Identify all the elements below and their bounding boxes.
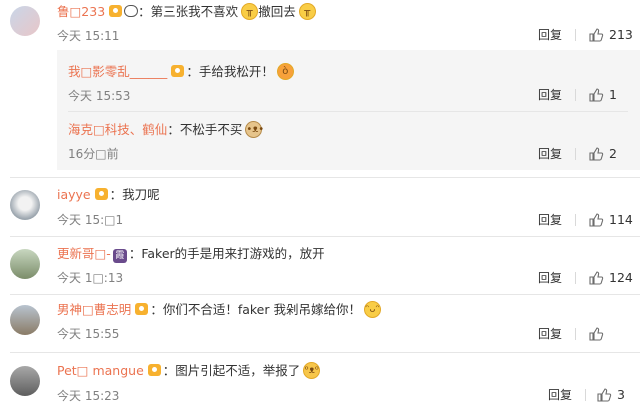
member-badge-icon xyxy=(109,5,123,17)
action-divider xyxy=(575,272,576,284)
crying-face-icon: ╥ xyxy=(298,3,316,20)
comment-time: 今天 15:53 xyxy=(68,89,131,103)
action-divider xyxy=(575,148,576,160)
like-count: 114 xyxy=(609,212,633,227)
action-divider xyxy=(575,328,576,340)
thumbs-up-icon[interactable] xyxy=(588,270,604,286)
thumbs-up-icon[interactable] xyxy=(588,27,604,43)
member-badge-icon xyxy=(171,65,185,77)
avatar[interactable] xyxy=(10,366,40,396)
comment-text: ：第三张我不喜欢 xyxy=(138,4,239,19)
like-count: 3 xyxy=(617,387,625,402)
comment-text: ：我刀呢 xyxy=(109,187,160,202)
comment-text: ：手给我松开！ xyxy=(186,64,274,79)
reply-button[interactable]: 回复 xyxy=(548,386,572,404)
divider xyxy=(10,294,640,295)
comment-text: ：Faker的手是用来打游戏的，放开 xyxy=(128,246,325,261)
comment-time: 今天 15:55 xyxy=(57,327,120,341)
panda-badge-icon xyxy=(124,5,139,17)
action-divider xyxy=(585,389,586,401)
crying-face-icon: ╥ xyxy=(241,3,259,20)
comment-time: 今天 15:□1 xyxy=(57,213,124,227)
comment-time: 16分□前 xyxy=(68,147,119,161)
like-count: 2 xyxy=(609,146,617,161)
laughing-tears-icon: ᵔᴗᵔ xyxy=(363,301,381,318)
action-divider xyxy=(575,29,576,41)
username-link[interactable]: 我□影零乱______ xyxy=(68,64,167,79)
like-count: 213 xyxy=(609,27,633,42)
thumbs-up-icon[interactable] xyxy=(588,212,604,228)
reply-button[interactable]: 回复 xyxy=(538,325,562,343)
member-badge-icon xyxy=(147,364,161,376)
comment-text: ：图片引起不适，举报了 xyxy=(162,363,301,378)
username-link[interactable]: 海克□科技、鹤仙 xyxy=(68,122,167,137)
reply-button[interactable]: 回复 xyxy=(538,145,562,163)
angry-face-icon: ò xyxy=(276,63,294,80)
like-count: 124 xyxy=(609,270,633,285)
thumbs-up-icon[interactable] xyxy=(596,387,612,403)
like-count: 1 xyxy=(609,87,617,102)
thumbs-up-icon[interactable] xyxy=(588,146,604,162)
comment-text: ：不松手不买 xyxy=(167,122,243,137)
comment-text: ：你们不合适！faker 我剁吊嫁给你！ xyxy=(150,302,361,317)
divider xyxy=(10,352,640,353)
comment-text-continued: 撤回去 xyxy=(258,4,296,19)
thumbs-up-icon[interactable] xyxy=(588,326,604,342)
username-link[interactable]: iayye xyxy=(57,187,91,202)
avatar[interactable] xyxy=(10,6,40,36)
divider xyxy=(10,236,640,237)
member-badge-icon xyxy=(135,303,149,315)
username-link[interactable]: Pet□ mangue xyxy=(57,363,144,378)
member-badge-icon xyxy=(94,188,108,200)
comment-time: 今天 15:11 xyxy=(57,29,120,43)
action-divider xyxy=(575,89,576,101)
avatar[interactable] xyxy=(10,190,40,220)
avatar[interactable] xyxy=(10,305,40,335)
reply-button[interactable]: 回复 xyxy=(538,26,562,44)
doge-face-icon: •ᴥ• xyxy=(245,121,264,138)
username-link[interactable]: 鲁□233 xyxy=(57,4,105,19)
reply-button[interactable]: 回复 xyxy=(538,211,562,229)
comment-time: 今天 15:23 xyxy=(57,389,120,403)
username-link[interactable]: 男神□曹志明 xyxy=(57,302,131,317)
vip-badge: 霞 xyxy=(112,249,127,263)
divider xyxy=(68,111,628,112)
thumbs-up-icon[interactable] xyxy=(588,87,604,103)
action-divider xyxy=(575,214,576,226)
username-link[interactable]: 更新哥□- xyxy=(57,246,111,261)
comment-time: 今天 1□:13 xyxy=(57,271,124,285)
avatar[interactable] xyxy=(10,249,40,279)
reply-button[interactable]: 回复 xyxy=(538,269,562,287)
divider xyxy=(10,177,640,178)
cat-face-icon: ᵒᴥᵒ xyxy=(303,362,321,379)
reply-button[interactable]: 回复 xyxy=(538,86,562,104)
